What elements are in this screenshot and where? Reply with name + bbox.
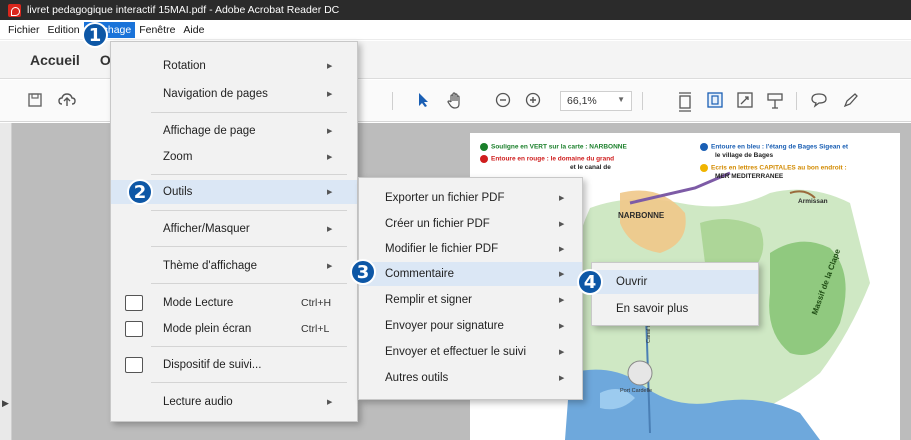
save-icon[interactable] (26, 92, 44, 110)
map-label-armissan: Armissan (798, 198, 828, 205)
legend-red: Entoure en rouge : le domaine du grand (480, 155, 614, 164)
menu-separator (151, 283, 347, 284)
menu-item-lecture-audio[interactable]: Lecture audio ▶ (111, 390, 357, 414)
step-2-bullet (480, 155, 488, 163)
menu-item-affichage-page[interactable]: Affichage de page ▶ (111, 119, 357, 143)
step-badge-2: 2 (127, 179, 153, 205)
menu-item-zoom[interactable]: Zoom ▶ (111, 145, 357, 169)
chevron-right-icon: ▶ (559, 271, 565, 278)
menu-item-autres-outils[interactable]: Autres outils ▶ (359, 366, 582, 390)
menu-item-ouvrir[interactable]: Ouvrir (592, 270, 758, 294)
hand-icon[interactable] (446, 92, 464, 110)
chevron-right-icon: ▶ (327, 399, 333, 406)
chevron-right-icon: ▶ (2, 398, 9, 408)
legend-yellow: Ecris en lettres CAPITALES au bon endroi… (700, 164, 847, 173)
scroll-icon[interactable] (706, 92, 724, 110)
map-label-narbonne: NARBONNE (618, 211, 665, 220)
menu-edition[interactable]: Edition (44, 22, 84, 38)
menu-item-dispositif-suivi[interactable]: Dispositif de suivi... (111, 353, 357, 377)
fullscreen-mode-icon (125, 321, 143, 337)
menu-item-navigation[interactable]: Navigation de pages ▶ (111, 82, 357, 106)
window-title: livret pedagogique interactif 15MAI.pdf … (27, 4, 340, 16)
menu-item-commentaire[interactable]: Commentaire ▶ (359, 262, 582, 286)
menu-fenetre[interactable]: Fenêtre (135, 22, 179, 38)
presentation-icon[interactable] (766, 92, 784, 110)
title-bar: livret pedagogique interactif 15MAI.pdf … (0, 0, 911, 20)
reading-mode-icon (125, 295, 143, 311)
commentaire-submenu: Ouvrir En savoir plus (591, 262, 759, 326)
chevron-right-icon: ▶ (559, 375, 565, 382)
chevron-right-icon: ▶ (559, 323, 565, 330)
menu-item-exporter-pdf[interactable]: Exporter un fichier PDF ▶ (359, 186, 582, 210)
menu-item-afficher-masquer[interactable]: Afficher/Masquer ▶ (111, 217, 357, 241)
affichage-menu: Rotation ▶ Navigation de pages ▶ Affichage… (110, 41, 358, 422)
zoom-out-icon[interactable] (494, 92, 512, 110)
chevron-right-icon: ▶ (559, 297, 565, 304)
chevron-right-icon: ▶ (327, 91, 333, 98)
legend-blue-continued: le village de Bages (715, 152, 774, 159)
chevron-right-icon: ▶ (327, 128, 333, 135)
legend-red-continued: et le canal de (570, 164, 611, 171)
legend-yellow-continued: MER MEDITERRANEE (715, 173, 784, 180)
chevron-right-icon: ▶ (327, 263, 333, 270)
fullscreen-icon[interactable] (736, 92, 754, 110)
menu-aide[interactable]: Aide (179, 22, 208, 38)
toolbar-divider (642, 92, 643, 110)
zoom-level-value: 66,1% (567, 95, 597, 107)
tab-home[interactable]: Accueil (30, 52, 80, 68)
toolbar-divider (392, 92, 393, 110)
chevron-right-icon: ▶ (559, 349, 565, 356)
menu-bar: Fichier Edition Affichage Fenêtre Aide (0, 20, 911, 40)
step-1-bullet (480, 143, 488, 151)
legend-green: Souligne en VERT sur la carte : NARBONNE (480, 143, 627, 152)
chevron-right-icon: ▶ (559, 195, 565, 202)
chevron-right-icon: ▶ (559, 246, 565, 253)
step-3-bullet (700, 143, 708, 151)
menu-item-envoyer-signature[interactable]: Envoyer pour signature ▶ (359, 314, 582, 338)
step-4-bullet (700, 164, 708, 172)
fit-page-icon[interactable] (676, 92, 694, 112)
step-badge-1: 1 (82, 22, 108, 48)
menu-separator (151, 210, 347, 211)
zoom-level-select[interactable]: 66,1% ▼ (560, 91, 632, 111)
menu-item-en-savoir-plus[interactable]: En savoir plus (592, 297, 758, 321)
chevron-right-icon: ▶ (327, 63, 333, 70)
comment-icon[interactable] (810, 92, 828, 110)
pen-icon[interactable] (842, 92, 860, 110)
menu-item-mode-lecture[interactable]: Mode Lecture Ctrl+H (111, 291, 357, 315)
chevron-right-icon: ▶ (327, 226, 333, 233)
chevron-right-icon: ▶ (559, 221, 565, 228)
menu-separator (151, 346, 347, 347)
toolbar-divider (796, 92, 797, 110)
acrobat-logo-icon (8, 3, 21, 17)
menu-separator (151, 246, 347, 247)
cursor-icon[interactable] (414, 92, 432, 110)
menu-separator (151, 174, 347, 175)
upload-icon[interactable] (58, 92, 76, 110)
chevron-right-icon: ▶ (327, 154, 333, 161)
legend-blue: Entoure en bleu : l'étang de Bages Sigea… (700, 143, 848, 152)
menu-fichier[interactable]: Fichier (4, 22, 44, 38)
menu-item-creer-pdf[interactable]: Créer un fichier PDF ▶ (359, 212, 582, 236)
chevron-right-icon: ▶ (327, 189, 333, 196)
menu-item-modifier-pdf[interactable]: Modifier le fichier PDF ▶ (359, 237, 582, 261)
menu-item-envoyer-suivi[interactable]: Envoyer et effectuer le suivi ▶ (359, 340, 582, 364)
zoom-in-icon[interactable] (524, 92, 542, 110)
menu-item-remplir-signer[interactable]: Remplir et signer ▶ (359, 288, 582, 312)
menu-separator (151, 112, 347, 113)
chevron-down-icon: ▼ (617, 95, 625, 104)
navigation-pane-toggle[interactable]: ▶ (0, 123, 12, 440)
menu-item-rotation[interactable]: Rotation ▶ (111, 54, 357, 78)
menu-separator (151, 382, 347, 383)
menu-item-plein-ecran[interactable]: Mode plein écran Ctrl+L (111, 317, 357, 341)
outils-submenu: Exporter un fichier PDF ▶ Créer un fichie… (358, 177, 583, 400)
step-badge-4: 4 (577, 269, 603, 295)
map-label-port: Port Cardelle (620, 388, 653, 394)
step-badge-3: 3 (350, 259, 376, 285)
menu-item-theme[interactable]: Thème d'affichage ▶ (111, 254, 357, 278)
tracker-icon (125, 357, 143, 373)
